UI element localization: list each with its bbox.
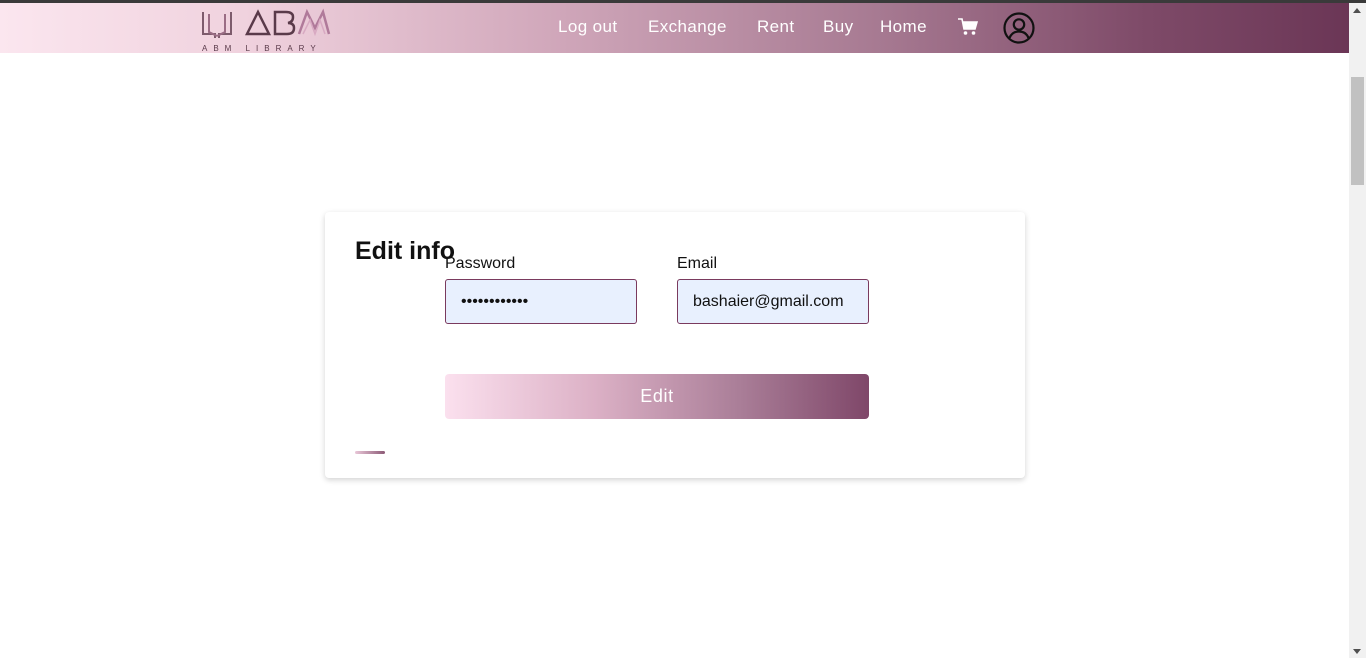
- nav-logout-link[interactable]: Log out: [558, 17, 618, 37]
- scroll-down-arrow-icon[interactable]: [1353, 649, 1361, 654]
- scroll-thumb[interactable]: [1351, 77, 1364, 185]
- top-navbar: ABM LIBRARY Log out Exchange Rent Buy Ho…: [0, 3, 1349, 53]
- email-label: Email: [677, 255, 718, 272]
- nav-exchange-link[interactable]: Exchange: [648, 17, 727, 37]
- password-label: Password: [445, 255, 516, 272]
- edit-submit-button[interactable]: Edit: [445, 374, 869, 419]
- card-accent-bar: [355, 451, 385, 454]
- nav-home-link[interactable]: Home: [880, 17, 927, 37]
- scroll-up-arrow-icon[interactable]: [1353, 8, 1361, 13]
- email-field[interactable]: [677, 279, 869, 324]
- cart-icon[interactable]: [958, 18, 979, 36]
- password-field[interactable]: [445, 279, 637, 324]
- book-logo-icon: [202, 8, 331, 38]
- user-account-icon[interactable]: [1003, 12, 1035, 44]
- edit-info-card: Edit info Password Email Edit: [325, 212, 1025, 478]
- logo-subtitle: ABM LIBRARY: [202, 44, 322, 53]
- vertical-scrollbar[interactable]: [1349, 3, 1366, 658]
- nav-buy-link[interactable]: Buy: [823, 17, 854, 37]
- card-title: Edit info: [355, 237, 455, 265]
- abm-library-logo[interactable]: ABM LIBRARY: [195, 6, 332, 53]
- nav-rent-link[interactable]: Rent: [757, 17, 795, 37]
